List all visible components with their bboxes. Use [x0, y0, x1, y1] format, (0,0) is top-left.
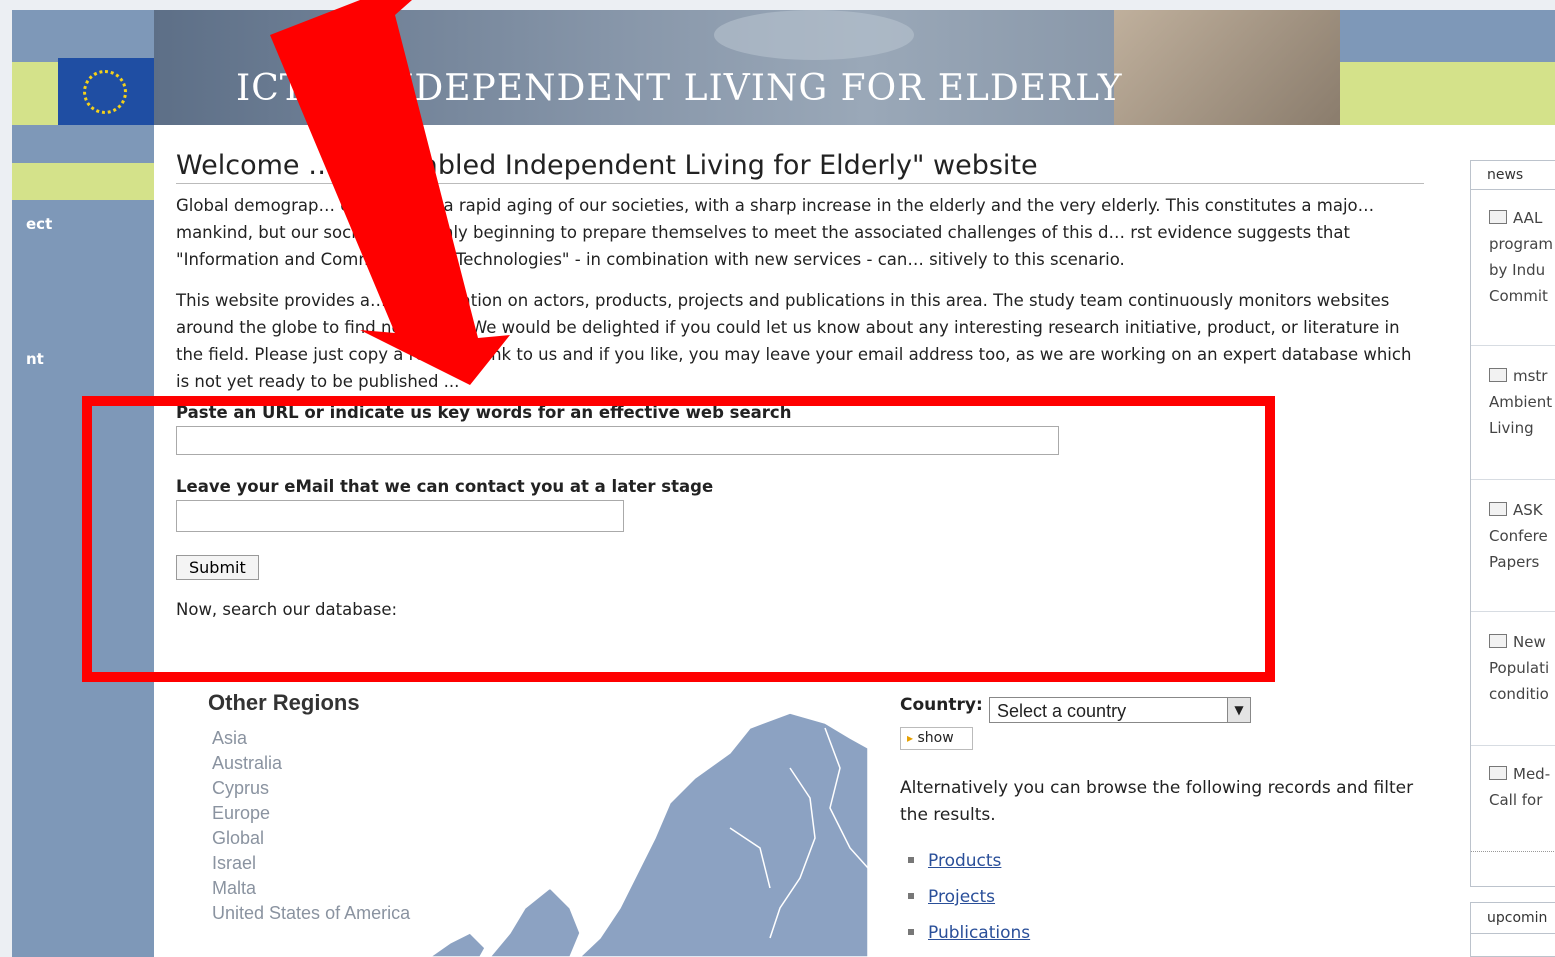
- document-icon: [1489, 368, 1507, 382]
- intro-paragraph-2: This website provides a… o information o…: [176, 291, 1412, 391]
- projects-link[interactable]: Projects: [928, 887, 995, 907]
- document-icon: [1489, 766, 1507, 780]
- country-select[interactable]: Select a country ▼: [989, 697, 1251, 723]
- banner-photo: [1114, 10, 1340, 125]
- upcoming-heading: upcomin: [1471, 903, 1555, 934]
- document-icon: [1489, 210, 1507, 224]
- browse-text: Alternatively you can browse the followi…: [900, 778, 1414, 825]
- list-item: Products: [900, 843, 1030, 879]
- country-filter: Country: Select a country ▼ ▸ show Alter…: [900, 695, 1430, 943]
- news-item[interactable]: New Populati conditio: [1489, 629, 1555, 707]
- europe-map[interactable]: [430, 708, 868, 957]
- nav-item-project[interactable]: ect: [26, 215, 52, 233]
- site-header: ICT — INDEPENDENT LIVING FOR ELDERLY: [154, 10, 1555, 125]
- show-button[interactable]: ▸ show: [900, 727, 973, 750]
- bullet-icon: [908, 893, 914, 899]
- bullet-icon: [908, 929, 914, 935]
- products-link[interactable]: Products: [928, 851, 1001, 871]
- annotation-highlight-box: [82, 396, 1275, 682]
- news-item[interactable]: mstr Ambient Living: [1489, 363, 1555, 441]
- dropdown-arrow-icon[interactable]: ▼: [1227, 698, 1250, 722]
- news-heading: news: [1471, 161, 1555, 190]
- bullet-icon: [908, 857, 914, 863]
- country-label: Country:: [900, 695, 983, 715]
- news-item[interactable]: AAL program by Indu Commit: [1489, 205, 1555, 309]
- document-icon: [1489, 634, 1507, 648]
- news-item[interactable]: Med- Call for: [1489, 761, 1555, 813]
- document-icon: [1489, 502, 1507, 516]
- list-item: Projects: [900, 879, 1030, 915]
- eu-stars-icon: [83, 70, 127, 114]
- arrow-right-icon: ▸: [907, 731, 914, 745]
- header-banner: ICT — INDEPENDENT LIVING FOR ELDERLY: [154, 10, 1340, 125]
- news-panel: news AAL program by Indu Commit mstr Ambie…: [1470, 160, 1555, 887]
- nav-item-content[interactable]: nt: [26, 350, 44, 368]
- eu-flag-logo: [58, 58, 154, 125]
- intro-paragraph-1: Global demograp… e leading to a rapid ag…: [176, 196, 1375, 269]
- publications-link[interactable]: Publications: [928, 923, 1030, 943]
- show-button-label: show: [917, 730, 954, 746]
- upcoming-panel: upcomin: [1470, 902, 1555, 957]
- list-item: Publications: [900, 915, 1030, 951]
- country-select-value: Select a country: [997, 701, 1127, 721]
- records-list: Products Projects Publications: [900, 843, 1030, 951]
- site-title: ICT — INDEPENDENT LIVING FOR ELDERLY: [236, 68, 1123, 109]
- news-item[interactable]: ASK Confere Papers: [1489, 497, 1555, 575]
- page-title: Welcome … CT enabled Independent Living …: [176, 150, 1424, 184]
